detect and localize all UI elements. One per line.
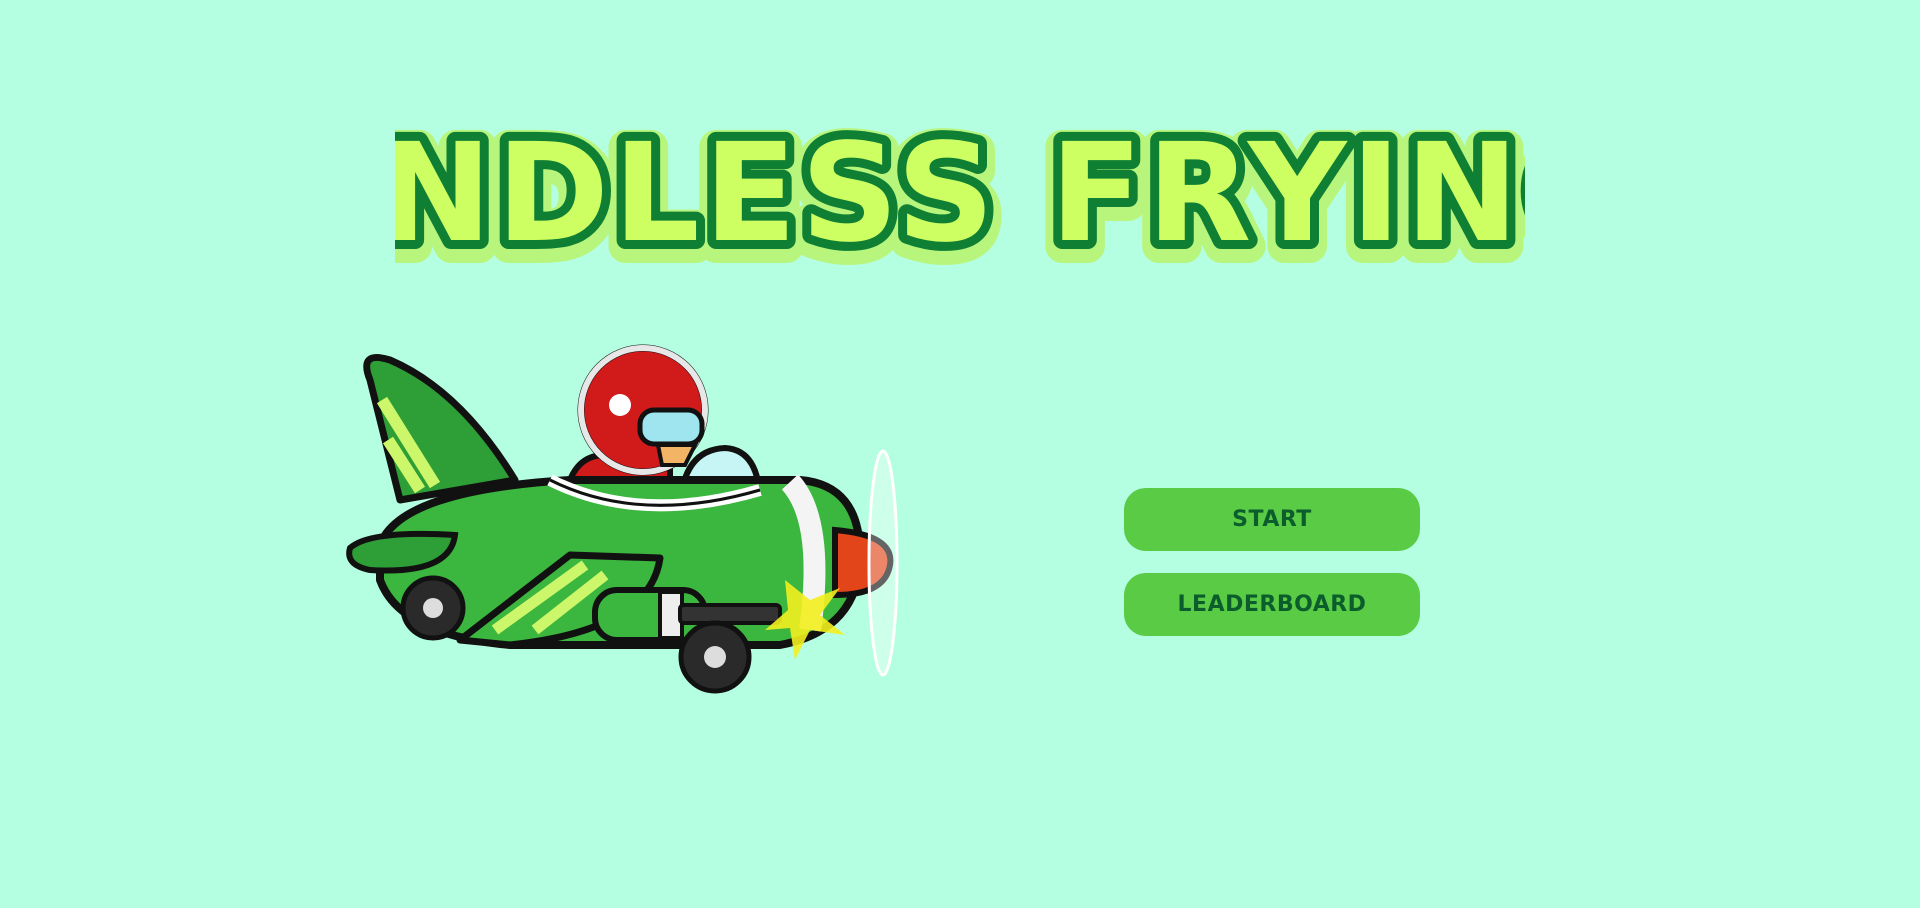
plane-gun [678,603,782,625]
game-title-logo: ENDLESS FRYING ENDLESS FRYING ENDLESS FR… [395,128,1525,288]
propeller-icon [867,449,899,677]
plane-sprite [346,344,899,694]
plane-tail-fin [363,354,519,504]
main-menu-screen: ENDLESS FRYING ENDLESS FRYING ENDLESS FR… [0,0,1920,908]
game-title-text: ENDLESS FRYING [395,128,1525,273]
pilot-visor [637,407,705,447]
main-menu: START LEADERBOARD [1124,488,1420,658]
leaderboard-button[interactable]: LEADERBOARD [1124,573,1420,636]
game-title-svg: ENDLESS FRYING ENDLESS FRYING ENDLESS FR… [395,128,1525,288]
start-button[interactable]: START [1124,488,1420,551]
